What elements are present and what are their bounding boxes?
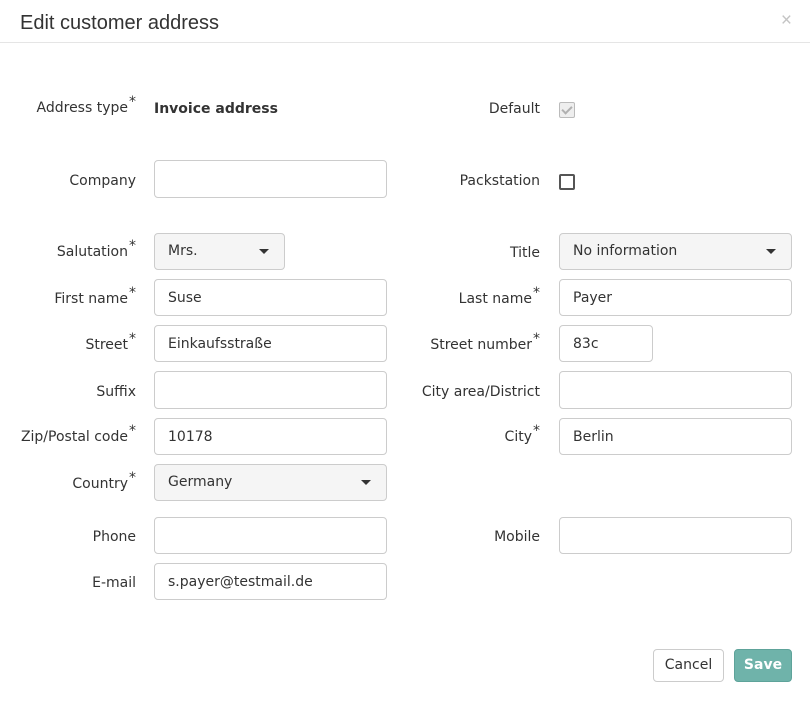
city-label: City*	[504, 423, 540, 445]
zip-input[interactable]	[154, 418, 387, 455]
title-value: No information	[573, 243, 678, 259]
title-select[interactable]: No information	[559, 233, 792, 270]
zip-label: Zip/Postal code*	[20, 423, 136, 445]
title-label: Title	[509, 245, 540, 261]
street-label: Street*	[85, 331, 136, 353]
email-input[interactable]	[154, 563, 387, 600]
packstation-label: Packstation	[459, 173, 540, 189]
suffix-input[interactable]	[154, 371, 387, 409]
email-label: E-mail	[92, 575, 136, 591]
address-type-label: Address type*	[36, 94, 136, 116]
caret-down-icon	[766, 249, 776, 254]
packstation-checkbox[interactable]	[559, 174, 575, 190]
save-button[interactable]: Save	[734, 649, 792, 682]
salutation-select[interactable]: Mrs.	[154, 233, 285, 270]
suffix-label: Suffix	[96, 384, 136, 400]
cancel-button[interactable]: Cancel	[653, 649, 724, 682]
address-type-value: Invoice address	[154, 101, 278, 117]
phone-input[interactable]	[154, 517, 387, 554]
city-area-label: City area/District	[421, 384, 540, 400]
checkmark-icon	[561, 103, 573, 115]
street-number-input[interactable]	[559, 325, 653, 362]
city-area-input[interactable]	[559, 371, 792, 409]
phone-label: Phone	[92, 529, 136, 545]
street-input[interactable]	[154, 325, 387, 362]
last-name-input[interactable]	[559, 279, 792, 316]
salutation-label: Salutation*	[56, 238, 136, 260]
caret-down-icon	[361, 480, 371, 485]
country-select[interactable]: Germany	[154, 464, 387, 501]
mobile-input[interactable]	[559, 517, 792, 554]
caret-down-icon	[259, 249, 269, 254]
dialog-title: Edit customer address	[20, 12, 219, 34]
last-name-label: Last name*	[458, 285, 540, 307]
city-input[interactable]	[559, 418, 792, 455]
modal-header: Edit customer address ×	[0, 0, 810, 43]
close-icon[interactable]: ×	[781, 10, 792, 32]
company-input[interactable]	[154, 160, 387, 198]
default-label: Default	[488, 101, 540, 117]
first-name-label: First name*	[54, 285, 136, 307]
first-name-input[interactable]	[154, 279, 387, 316]
default-checkbox	[559, 102, 575, 118]
country-label: Country*	[72, 470, 136, 492]
mobile-label: Mobile	[494, 529, 540, 545]
salutation-value: Mrs.	[168, 243, 198, 259]
country-value: Germany	[168, 474, 233, 490]
company-label: Company	[69, 173, 136, 189]
street-number-label: Street number*	[430, 331, 540, 353]
